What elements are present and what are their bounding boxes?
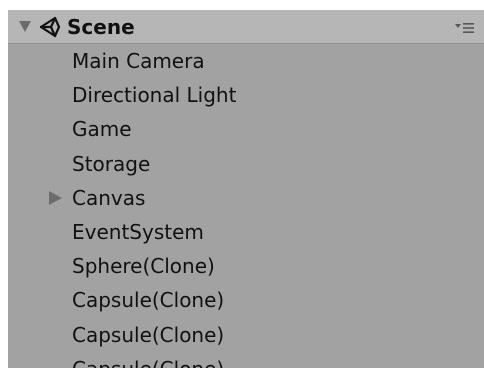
options-menu-icon[interactable] bbox=[455, 21, 475, 35]
hierarchy-item-capsule-clone[interactable]: Capsule(Clone) bbox=[8, 352, 484, 368]
hierarchy-item-label: Sphere(Clone) bbox=[72, 254, 215, 279]
expand-arrow-icon[interactable] bbox=[49, 190, 62, 205]
hierarchy-item-main-camera[interactable]: Main Camera bbox=[8, 44, 484, 78]
hierarchy-tree: Main Camera Directional Light Game Stora… bbox=[8, 44, 484, 368]
hierarchy-item-label: Capsule(Clone) bbox=[72, 356, 224, 368]
scene-header[interactable]: Scene bbox=[8, 10, 484, 44]
foldout-arrow-icon[interactable] bbox=[19, 21, 31, 32]
hierarchy-item-eventsystem[interactable]: EventSystem bbox=[8, 215, 484, 249]
hierarchy-panel: Scene Main Camera Directional Light Game… bbox=[8, 10, 484, 368]
hierarchy-item-game[interactable]: Game bbox=[8, 112, 484, 146]
hierarchy-item-label: Main Camera bbox=[72, 49, 205, 73]
unity-logo-icon bbox=[39, 16, 61, 38]
hierarchy-item-label: Capsule(Clone) bbox=[72, 288, 225, 313]
hierarchy-item-capsule-clone[interactable]: Capsule(Clone) bbox=[8, 318, 484, 352]
hierarchy-item-storage[interactable]: Storage bbox=[8, 147, 484, 181]
hierarchy-item-label: EventSystem bbox=[72, 219, 204, 244]
hierarchy-item-label: Canvas bbox=[72, 185, 146, 210]
hierarchy-item-label: Capsule(Clone) bbox=[72, 322, 225, 347]
hierarchy-item-sphere-clone[interactable]: Sphere(Clone) bbox=[8, 249, 484, 283]
hierarchy-item-label: Game bbox=[72, 117, 132, 142]
hierarchy-item-label: Storage bbox=[72, 151, 151, 176]
hierarchy-item-label: Directional Light bbox=[72, 83, 237, 108]
hierarchy-item-directional-light[interactable]: Directional Light bbox=[8, 78, 484, 112]
scene-title: Scene bbox=[67, 15, 135, 39]
hierarchy-item-canvas[interactable]: Canvas bbox=[8, 181, 484, 215]
hierarchy-item-capsule-clone[interactable]: Capsule(Clone) bbox=[8, 283, 484, 317]
